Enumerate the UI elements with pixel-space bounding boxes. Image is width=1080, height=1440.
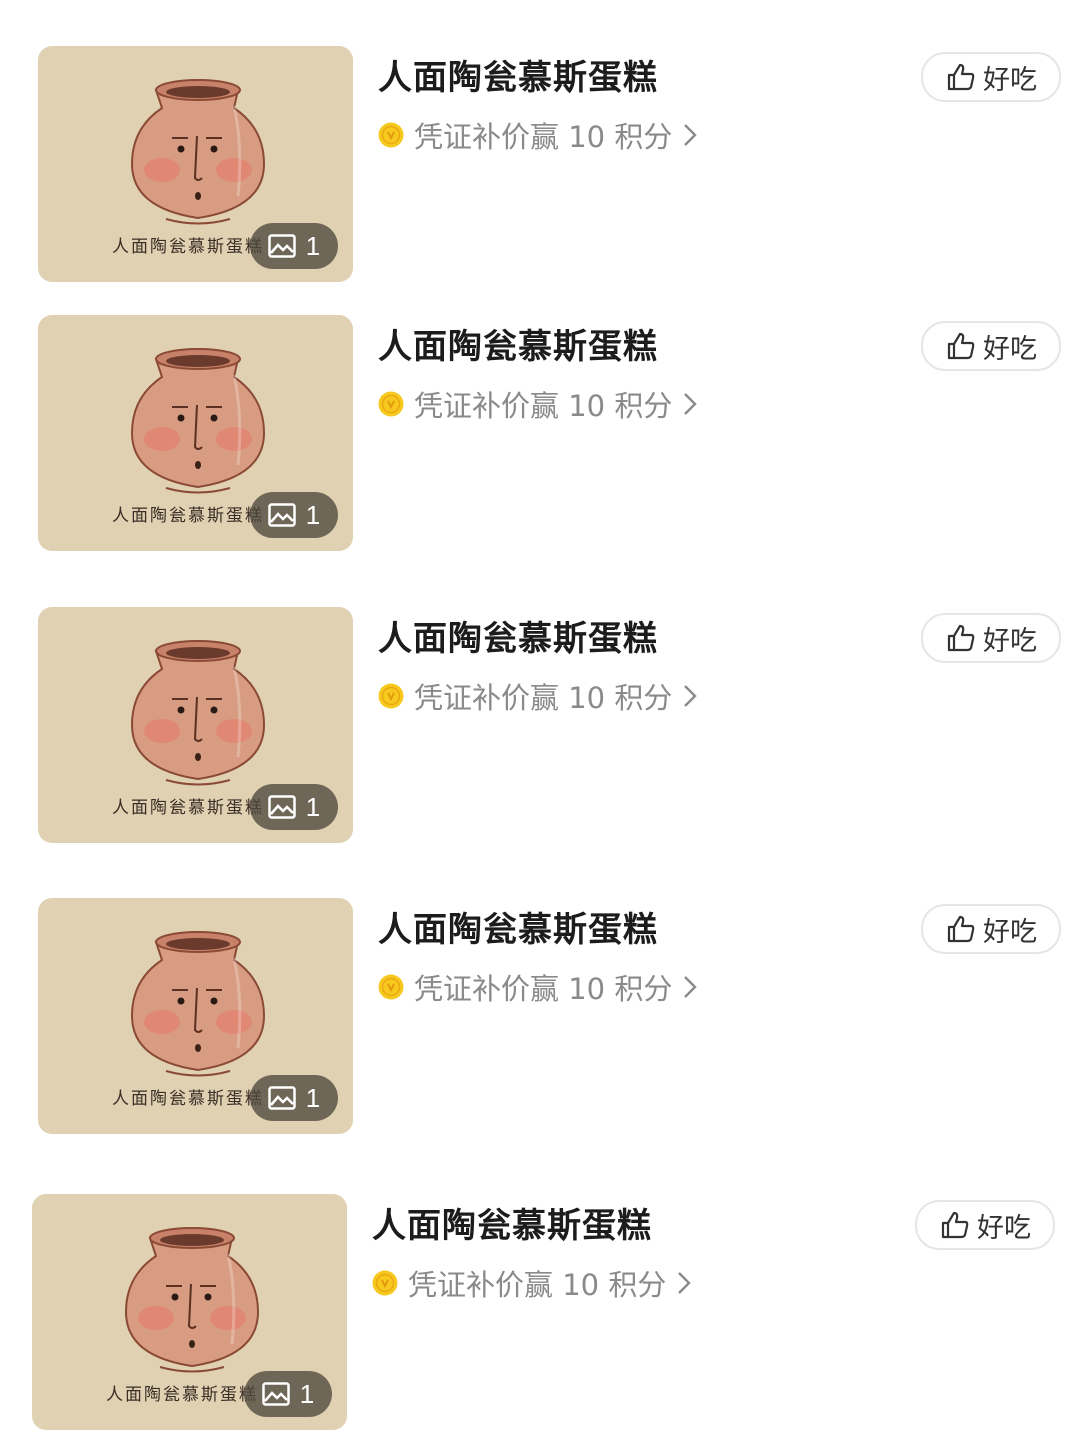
photo-icon (268, 795, 296, 819)
photo-count-label: 1 (305, 791, 321, 822)
reward-link[interactable]: 凭证补价赢 10 积分 (378, 383, 698, 425)
reward-text: 凭证补价赢 10 积分 (414, 389, 673, 423)
dish-name: 人面陶瓮慕斯蛋糕 (378, 58, 658, 98)
reward-link[interactable]: 凭证补价赢 10 积分 (378, 114, 698, 156)
photo-count-badge[interactable]: 1 (250, 784, 338, 830)
photo-count-label: 1 (299, 1378, 315, 1409)
list-item[interactable]: 人面陶瓮慕斯蛋糕 1 人面陶瓮慕斯蛋糕 凭证补价赢 10 积分 好吃 (38, 46, 1061, 282)
dish-photo[interactable]: 人面陶瓮慕斯蛋糕 1 (38, 315, 353, 551)
coin-icon (378, 683, 404, 709)
like-button[interactable]: 好吃 (915, 1200, 1055, 1250)
reward-link[interactable]: 凭证补价赢 10 积分 (378, 675, 698, 717)
list-item[interactable]: 人面陶瓮慕斯蛋糕 1 人面陶瓮慕斯蛋糕 凭证补价赢 10 积分 好吃 (38, 315, 1061, 551)
photo-icon (262, 1382, 290, 1406)
chevron-right-icon (684, 393, 698, 415)
reward-text: 凭证补价赢 10 积分 (414, 120, 673, 154)
photo-count-badge[interactable]: 1 (250, 223, 338, 269)
like-label: 好吃 (983, 64, 1037, 96)
like-label: 好吃 (983, 916, 1037, 948)
photo-count-label: 1 (305, 1082, 321, 1113)
thumbs-up-icon (947, 63, 975, 91)
photo-count-label: 1 (305, 499, 321, 530)
photo-count-badge[interactable]: 1 (244, 1371, 332, 1417)
dish-photo[interactable]: 人面陶瓮慕斯蛋糕 1 (38, 607, 353, 843)
thumbs-up-icon (941, 1211, 969, 1239)
chevron-right-icon (684, 124, 698, 146)
photo-count-badge[interactable]: 1 (250, 492, 338, 538)
list-item[interactable]: 人面陶瓮慕斯蛋糕 1 人面陶瓮慕斯蛋糕 凭证补价赢 10 积分 好吃 (38, 898, 1061, 1134)
reward-link[interactable]: 凭证补价赢 10 积分 (372, 1262, 692, 1304)
coin-icon (378, 122, 404, 148)
photo-icon (268, 1086, 296, 1110)
dish-photo[interactable]: 人面陶瓮慕斯蛋糕 1 (38, 46, 353, 282)
dish-name: 人面陶瓮慕斯蛋糕 (372, 1206, 652, 1246)
dish-name: 人面陶瓮慕斯蛋糕 (378, 327, 658, 367)
dish-name: 人面陶瓮慕斯蛋糕 (378, 619, 658, 659)
like-label: 好吃 (983, 333, 1037, 365)
list-item[interactable]: 人面陶瓮慕斯蛋糕 1 人面陶瓮慕斯蛋糕 凭证补价赢 10 积分 好吃 (32, 1194, 1060, 1430)
like-label: 好吃 (977, 1212, 1031, 1244)
chevron-right-icon (684, 976, 698, 998)
thumbs-up-icon (947, 332, 975, 360)
photo-icon (268, 234, 296, 258)
dish-name: 人面陶瓮慕斯蛋糕 (378, 910, 658, 950)
like-button[interactable]: 好吃 (921, 52, 1061, 102)
dish-photo[interactable]: 人面陶瓮慕斯蛋糕 1 (38, 898, 353, 1134)
reward-text: 凭证补价赢 10 积分 (414, 681, 673, 715)
reward-text: 凭证补价赢 10 积分 (408, 1268, 667, 1302)
list-item[interactable]: 人面陶瓮慕斯蛋糕 1 人面陶瓮慕斯蛋糕 凭证补价赢 10 积分 好吃 (38, 607, 1061, 843)
like-label: 好吃 (983, 625, 1037, 657)
dish-photo[interactable]: 人面陶瓮慕斯蛋糕 1 (32, 1194, 347, 1430)
photo-count-badge[interactable]: 1 (250, 1075, 338, 1121)
like-button[interactable]: 好吃 (921, 613, 1061, 663)
photo-icon (268, 503, 296, 527)
like-button[interactable]: 好吃 (921, 321, 1061, 371)
reward-text: 凭证补价赢 10 积分 (414, 972, 673, 1006)
chevron-right-icon (678, 1272, 692, 1294)
reward-link[interactable]: 凭证补价赢 10 积分 (378, 966, 698, 1008)
thumbs-up-icon (947, 915, 975, 943)
like-button[interactable]: 好吃 (921, 904, 1061, 954)
coin-icon (378, 974, 404, 1000)
photo-count-label: 1 (305, 230, 321, 261)
thumbs-up-icon (947, 624, 975, 652)
chevron-right-icon (684, 685, 698, 707)
coin-icon (378, 391, 404, 417)
coin-icon (372, 1270, 398, 1296)
